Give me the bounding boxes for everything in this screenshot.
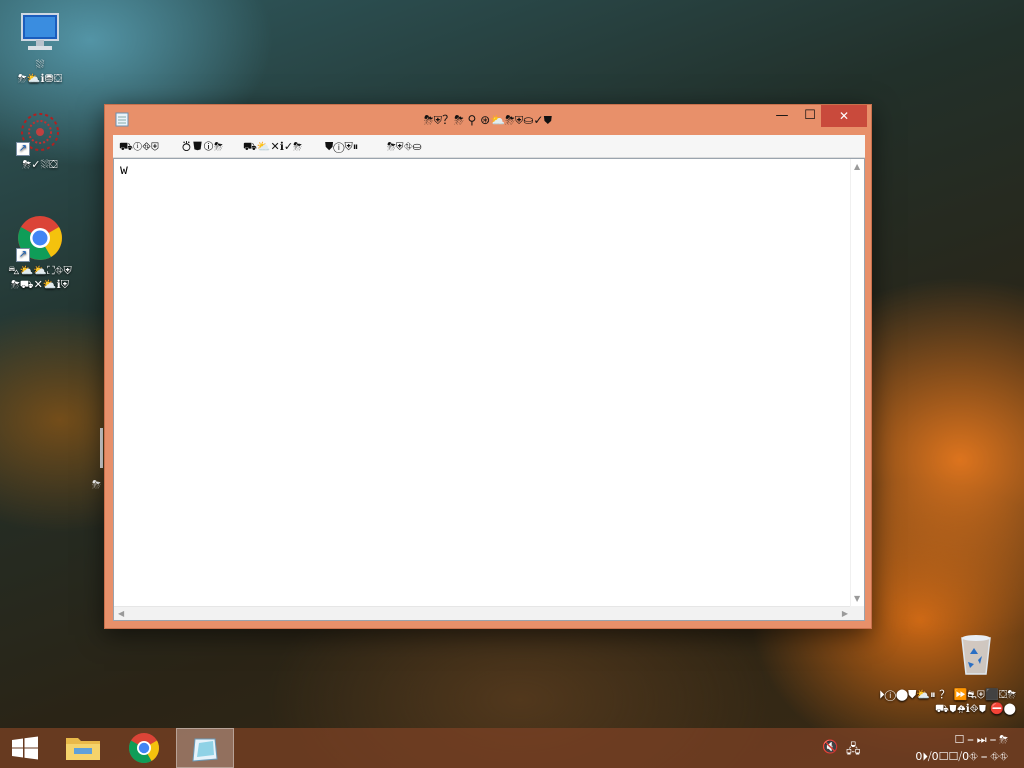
clock-time: ☐ ⎯ ⏭ ⎯ ⛈ <box>954 733 1008 746</box>
scroll-down-icon[interactable]: ▼ <box>854 594 860 604</box>
system-line-2: ⛟⛊⛈ℹ⛗⛊ ⛔⬤ <box>935 702 1016 715</box>
vertical-scrollbar[interactable]: ▲ ▼ <box>850 159 864 607</box>
recycle-bin-icon <box>952 630 1000 678</box>
scroll-left-icon[interactable]: ◀ <box>118 609 124 619</box>
taskbar: 🔇 🖧 ☐ ⎯ ⏭ ⎯ ⛈ 0⏵⧸0☐☐⧸0⛗ ⎯ ⛗⛗ <box>0 728 1024 768</box>
window-edge-marker <box>100 428 103 468</box>
scroll-right-icon[interactable]: ▶ <box>842 609 848 619</box>
desktop-icon-label: ⛍⛅⛅⛶⛗⛨ <box>8 264 72 277</box>
horizontal-scrollbar[interactable]: ◀ ▶ <box>114 606 852 620</box>
speaker-muted-icon[interactable]: 🔇 <box>822 740 838 755</box>
menu-format[interactable]: ⛟⛅✕ℹ✓⛈ <box>243 139 302 155</box>
desktop-icon-label: ⛈⛟✕⛅ℹ⛨ <box>11 278 69 291</box>
text-editor[interactable]: w <box>114 159 852 607</box>
shortcut-arrow-icon: ↗ <box>16 248 30 262</box>
desktop-icon-label: ⛈✓⛆⛋ <box>22 158 58 171</box>
file-explorer-button[interactable] <box>56 728 112 768</box>
network-graph-icon: ↗ <box>16 108 64 156</box>
desktop-glyph: ⛈ <box>92 478 101 491</box>
desktop-icon-label: ⛈⛅ℹ⛃⛋ <box>17 72 63 85</box>
desktop-icon-this-pc[interactable]: ⛆ ⛈⛅ℹ⛃⛋ <box>0 8 80 86</box>
menu-bar: ⛟ⓘ⛗⛨ ⛣⛊ⓘ⛈ ⛟⛅✕ℹ✓⛈ ⛊ⓘ⛨⏸ ⛈⛨⛗⛀ <box>113 135 865 158</box>
menu-view[interactable]: ⛊ⓘ⛨⏸ <box>325 139 358 155</box>
notepad-icon <box>192 738 218 762</box>
tray-icons: 🔇 🖧 <box>818 728 878 768</box>
folder-icon <box>66 738 100 760</box>
close-button[interactable]: ✕ <box>821 105 867 127</box>
desktop-icon-google-chrome[interactable]: ↗ ⛍⛅⛅⛶⛗⛨ ⛈⛟✕⛅ℹ⛨ <box>0 214 80 292</box>
tray-clock[interactable]: ☐ ⎯ ⏭ ⎯ ⛈ 0⏵⧸0☐☐⧸0⛗ ⎯ ⛗⛗ <box>878 728 1018 768</box>
desktop-icon-recycle-bin[interactable] <box>936 630 1016 680</box>
scroll-up-icon[interactable]: ▲ <box>854 162 860 172</box>
editor-frame: w ▲ ▼ ◀ ▶ <box>113 158 865 621</box>
window-title: ⛈⛨？⛈ ⚲ ⊛⛅⛈⛨⛀✓⛊ <box>423 113 553 127</box>
clock-date: 0⏵⧸0☐☐⧸0⛗ ⎯ ⛗⛗ <box>915 750 1008 763</box>
minimize-button[interactable]: — <box>767 105 797 127</box>
desktop-icon-label: ⛆ <box>35 58 45 71</box>
chrome-taskbar-button[interactable] <box>116 728 172 768</box>
desktop-icon-app-shortcut[interactable]: ↗ ⛈✓⛆⛋ <box>0 108 80 172</box>
menu-help[interactable]: ⛈⛨⛗⛀ <box>387 139 422 155</box>
system-line-1: ⏵ⓘ⬤⛊⛅⏸ ？ ⏩⛐⛨⬛⛋⛈ <box>879 688 1016 701</box>
title-bar[interactable]: ⛈⛨？⛈ ⚲ ⊛⛅⛈⛨⛀✓⛊ — ☐ ✕ <box>105 105 871 133</box>
menu-file[interactable]: ⛟ⓘ⛗⛨ <box>119 139 159 155</box>
notepad-window: ⛈⛨？⛈ ⚲ ⊛⛅⛈⛨⛀✓⛊ — ☐ ✕ ⛟ⓘ⛗⛨ ⛣⛊ⓘ⛈ ⛟⛅✕ℹ✓⛈ ⛊ⓘ… <box>104 104 872 629</box>
start-button[interactable] <box>0 728 56 768</box>
chrome-icon <box>128 733 160 764</box>
menu-edit[interactable]: ⛣⛊ⓘ⛈ <box>181 139 223 155</box>
chrome-icon: ↗ <box>16 214 64 262</box>
shortcut-arrow-icon: ↗ <box>16 142 30 156</box>
windows-logo-icon <box>12 736 38 760</box>
notepad-taskbar-button[interactable] <box>176 728 234 768</box>
network-icon[interactable]: 🖧 <box>846 740 861 762</box>
computer-icon <box>16 8 64 56</box>
resize-grip[interactable] <box>850 606 864 620</box>
